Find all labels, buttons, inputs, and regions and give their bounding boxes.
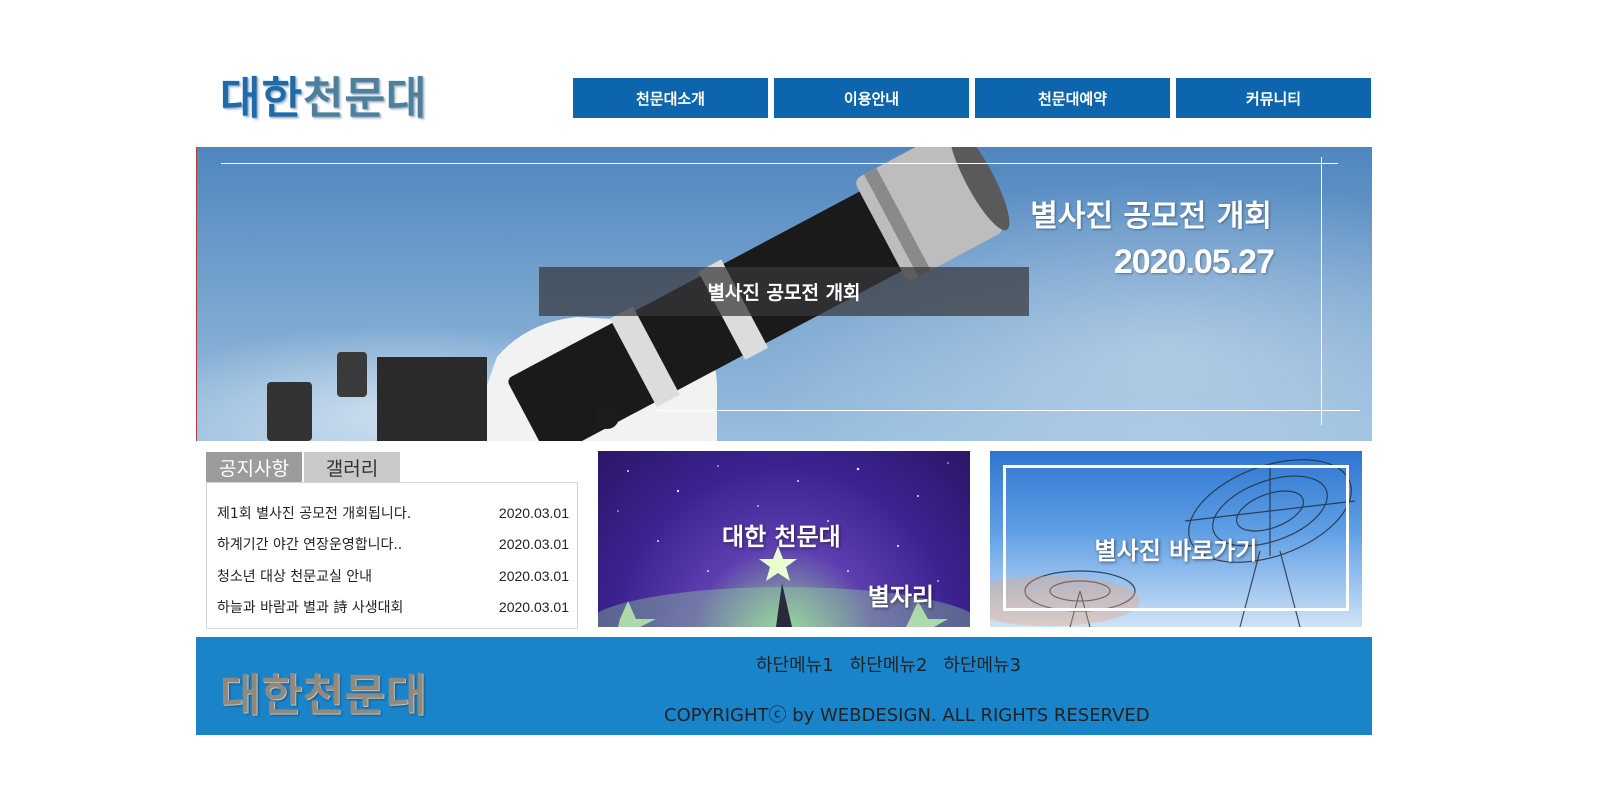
nav-item-about[interactable]: 천문대소개 bbox=[573, 78, 768, 118]
notice-title: 하계기간 야간 연장운영합니다.. bbox=[217, 537, 403, 554]
footer-menu-item-2[interactable]: 하단메뉴2 bbox=[850, 651, 928, 677]
slide-date: 2020.05.27 bbox=[1113, 243, 1275, 281]
notice-item[interactable]: 하늘과 바람과 별과 詩 사생대회 2020.03.01 bbox=[217, 592, 569, 624]
notice-title: 하늘과 바람과 별과 詩 사생대회 bbox=[217, 600, 404, 617]
banner2-title: 별사진 바로가기 bbox=[1094, 537, 1258, 565]
slide-caption[interactable]: 별사진 공모전 개회 bbox=[539, 267, 1029, 316]
banner1-subtitle: 별자리 bbox=[867, 583, 934, 611]
footer: 대한천문대 하단메뉴1 하단메뉴2 하단메뉴3 COPYRIGHTⓒ by WE… bbox=[196, 637, 1372, 735]
logo-text-part2: 천문대 bbox=[302, 73, 428, 124]
notice-item[interactable]: 하계기간 야간 연장운영합니다.. 2020.03.01 bbox=[217, 529, 569, 561]
footer-menu-item-1[interactable]: 하단메뉴1 bbox=[756, 651, 834, 677]
nav-item-community[interactable]: 커뮤니티 bbox=[1176, 78, 1371, 118]
nav-item-reservation[interactable]: 천문대예약 bbox=[975, 78, 1170, 118]
main-slider[interactable]: 별사진 공모전 개회 2020.05.27 별사진 공모전 개회 bbox=[196, 147, 1372, 441]
footer-logo: 대한천문대 bbox=[220, 670, 428, 721]
notice-date: 2020.03.01 bbox=[498, 599, 569, 616]
frame-line-bottom bbox=[657, 410, 1360, 411]
tab-gallery[interactable]: 갤러리 bbox=[304, 452, 400, 482]
page-wrapper: 대한천문대 천문대소개 이용안내 천문대예약 커뮤니티 별사진 공모전 개회 2… bbox=[196, 0, 1372, 800]
notice-date: 2020.03.01 bbox=[498, 536, 569, 553]
star-photo-banner[interactable]: 별사진 바로가기 bbox=[990, 451, 1362, 627]
copyright-text: COPYRIGHTⓒ by WEBDESIGN. ALL RIGHTS RESE… bbox=[664, 705, 1150, 726]
footer-menu-item-3[interactable]: 하단메뉴3 bbox=[943, 651, 1021, 677]
banner1-title: 대한 천문대 bbox=[722, 523, 841, 551]
nav-item-guide[interactable]: 이용안내 bbox=[774, 78, 969, 118]
frame-line-right bbox=[1321, 157, 1322, 425]
notice-item[interactable]: 제1회 별사진 공모전 개회됩니다. 2020.03.01 bbox=[217, 497, 569, 529]
slide-title: 별사진 공모전 개회 bbox=[1030, 199, 1272, 234]
tab-notice[interactable]: 공지사항 bbox=[206, 452, 302, 482]
notice-date: 2020.03.01 bbox=[498, 504, 569, 521]
notice-item[interactable]: 청소년 대상 천문교실 안내 2020.03.01 bbox=[217, 560, 569, 592]
footer-menu: 하단메뉴1 하단메뉴2 하단메뉴3 bbox=[756, 651, 1021, 677]
notice-date: 2020.03.01 bbox=[498, 567, 569, 584]
notice-list-panel: 제1회 별사진 공모전 개회됩니다. 2020.03.01 하계기간 야간 연장… bbox=[206, 482, 578, 629]
board-tabs: 공지사항 갤러리 bbox=[206, 452, 400, 482]
site-logo[interactable]: 대한천문대 bbox=[220, 74, 427, 124]
notice-title: 제1회 별사진 공모전 개회됩니다. bbox=[217, 505, 412, 522]
constellation-banner[interactable]: 대한 천문대 별자리 bbox=[598, 451, 970, 627]
notice-title: 청소년 대상 천문교실 안내 bbox=[217, 568, 373, 585]
main-nav: 천문대소개 이용안내 천문대예약 커뮤니티 bbox=[573, 78, 1371, 118]
frame-line-top bbox=[221, 163, 1338, 164]
logo-text-part1: 대한 bbox=[220, 73, 303, 124]
